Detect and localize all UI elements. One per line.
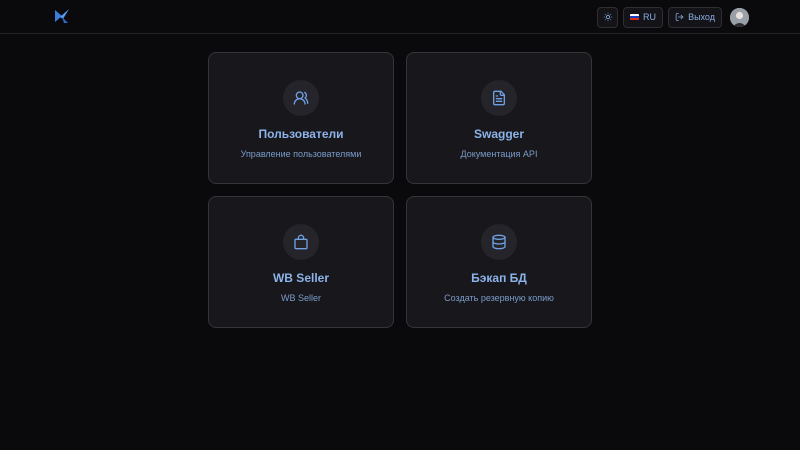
- card-subtitle: Документация API: [460, 149, 538, 159]
- avatar-image: [730, 7, 749, 27]
- card-icon-container: [283, 224, 319, 260]
- logout-icon: [675, 13, 684, 21]
- card-users[interactable]: Пользователи Управление пользователями: [208, 52, 394, 184]
- flag-stripe-red: [630, 18, 639, 21]
- sun-icon: [603, 12, 612, 22]
- card-title: WB Seller: [272, 271, 329, 285]
- users-icon: [293, 91, 309, 105]
- card-title: Бэкап БД: [471, 271, 527, 285]
- shopping-bag-icon: [294, 234, 308, 250]
- card-title: Swagger: [473, 127, 524, 141]
- card-subtitle: Создать резервную копию: [444, 293, 554, 303]
- header-actions: RU Выход: [597, 6, 749, 28]
- language-select[interactable]: RU: [623, 6, 663, 28]
- card-swagger[interactable]: Swagger Документация API: [406, 52, 592, 184]
- logout-label: Выход: [688, 12, 715, 22]
- card-icon-container: [283, 80, 319, 116]
- app-logo-icon[interactable]: [54, 8, 70, 24]
- card-subtitle: WB Seller: [280, 293, 321, 303]
- user-avatar[interactable]: [730, 7, 749, 27]
- card-icon-container: [481, 80, 517, 116]
- card-wb-seller[interactable]: WB Seller WB Seller: [208, 196, 394, 328]
- database-icon: [492, 234, 506, 250]
- document-icon: [493, 90, 505, 106]
- dashboard-grid: Пользователи Управление пользователями S…: [208, 52, 592, 328]
- card-db-backup[interactable]: Бэкап БД Создать резервную копию: [406, 196, 592, 328]
- theme-toggle-button[interactable]: [597, 6, 618, 28]
- card-title: Пользователи: [258, 127, 344, 141]
- card-subtitle: Управление пользователями: [240, 149, 362, 159]
- logout-button[interactable]: Выход: [668, 6, 722, 28]
- card-icon-container: [481, 224, 517, 260]
- language-label: RU: [643, 12, 656, 22]
- russia-flag-icon: [630, 13, 639, 21]
- top-bar: RU Выход: [0, 0, 800, 34]
